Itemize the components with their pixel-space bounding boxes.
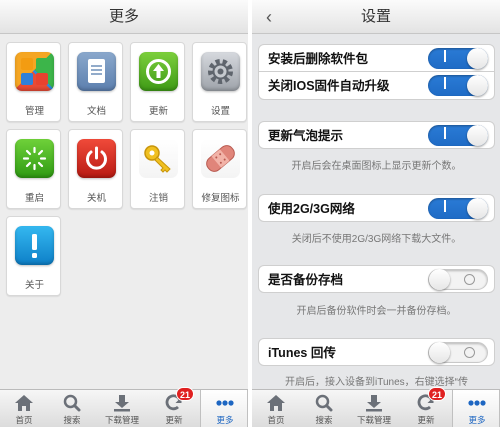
- tile-label: 设置: [210, 106, 230, 117]
- tile-label: 更新: [148, 106, 168, 117]
- more-navbar: 更多: [0, 0, 248, 34]
- update-badge-toggle[interactable]: [428, 125, 488, 146]
- setting-cellular: 使用2G/3G网络: [258, 194, 495, 222]
- tab-label: 更多: [216, 415, 234, 425]
- disable-ios-upgrade-toggle[interactable]: [428, 75, 488, 96]
- tile-label: 注销: [148, 193, 168, 204]
- update-arrow-icon: [139, 52, 178, 91]
- document-icon: [77, 52, 116, 91]
- tab-label: 更多: [468, 415, 486, 425]
- tile-shutdown[interactable]: 关机: [68, 129, 123, 209]
- tile-about[interactable]: 关于: [6, 216, 61, 296]
- tab-search[interactable]: 搜索: [48, 390, 96, 427]
- key-icon: [139, 139, 178, 178]
- tile-repair-icons[interactable]: 修复图标: [192, 129, 247, 209]
- gear-icon: [201, 52, 240, 91]
- download-icon: [366, 395, 382, 412]
- tab-label: 搜索: [63, 415, 81, 425]
- tile-label: 修复图标: [201, 193, 240, 204]
- tab-label: 更新: [165, 415, 183, 425]
- search-icon: [315, 394, 333, 412]
- windows-manage-icon: [15, 52, 54, 91]
- tab-downloads[interactable]: 下载管理: [98, 390, 146, 427]
- restart-icon: [15, 139, 54, 178]
- setting-delete-package: 安装后删除软件包: [258, 44, 495, 72]
- setting-label: 安装后删除软件包: [268, 52, 369, 66]
- tab-label: 搜索: [315, 415, 333, 425]
- bandage-icon: [201, 139, 240, 178]
- tile-settings[interactable]: 设置: [192, 42, 247, 122]
- setting-note: 关闭后不使用2G/3G网络下载大文件。: [291, 234, 462, 245]
- tile-label: 管理: [24, 106, 44, 117]
- setting-label: 关闭IOS固件自动升级: [268, 79, 390, 93]
- power-icon: [77, 139, 116, 178]
- setting-label: 是否备份存档: [268, 273, 344, 287]
- tab-bar: 首页 搜索 下载管理 21 更新 更多: [252, 387, 500, 427]
- setting-note: 开启后，接入设备到iTunes，右键选择“传: [285, 377, 468, 388]
- more-dots-icon: [216, 400, 234, 406]
- tile-label: 关机: [86, 193, 106, 204]
- download-icon: [114, 395, 130, 412]
- tab-more[interactable]: 更多: [200, 390, 248, 427]
- tile-update[interactable]: 更新: [130, 42, 185, 122]
- settings-navbar: ‹ 设置: [252, 0, 500, 34]
- setting-update-badge: 更新气泡提示: [258, 121, 495, 149]
- cellular-toggle[interactable]: [428, 198, 488, 219]
- tab-label: 下载管理: [104, 415, 139, 425]
- tile-docs[interactable]: 文档: [68, 42, 123, 122]
- tab-updates[interactable]: 21 更新: [150, 387, 198, 427]
- tab-label: 下载管理: [356, 415, 391, 425]
- tab-home[interactable]: 首页: [0, 390, 48, 427]
- tile-manage[interactable]: 管理: [6, 42, 61, 122]
- page-title: 更多: [108, 8, 139, 25]
- home-icon: [15, 395, 33, 411]
- setting-label: 更新气泡提示: [268, 129, 344, 143]
- tab-label: 首页: [267, 415, 285, 425]
- setting-label: iTunes 回传: [268, 346, 336, 360]
- update-count-badge: 21: [428, 387, 447, 401]
- delete-package-toggle[interactable]: [428, 48, 488, 69]
- backup-saves-toggle[interactable]: [428, 269, 488, 290]
- setting-backup-saves: 是否备份存档: [258, 265, 495, 293]
- setting-disable-ios-upgrade: 关闭IOS固件自动升级: [258, 72, 495, 100]
- home-icon: [267, 395, 285, 411]
- tile-logout[interactable]: 注销: [130, 129, 185, 209]
- tab-more[interactable]: 更多: [452, 390, 500, 427]
- tile-restart[interactable]: 重启: [6, 129, 61, 209]
- tab-bar: 首页 搜索 下载管理 21 更新 更多: [0, 387, 248, 427]
- setting-label: 使用2G/3G网络: [268, 202, 355, 216]
- tile-label: 关于: [24, 280, 44, 291]
- info-exclamation-icon: [15, 226, 54, 265]
- itunes-transfer-toggle[interactable]: [428, 342, 488, 363]
- setting-note: 开启后备份软件时会一并备份存档。: [296, 306, 457, 317]
- tab-label: 更新: [417, 415, 435, 425]
- back-button[interactable]: ‹: [266, 0, 272, 34]
- tab-updates[interactable]: 21 更新: [402, 387, 450, 427]
- page-title: 设置: [360, 8, 391, 25]
- more-panel: 更多 管理 文档 更新 设置 重启 关机 注销 修复图标 关于 首页 搜索 下载…: [0, 0, 248, 427]
- setting-itunes-transfer: iTunes 回传: [258, 338, 495, 366]
- more-dots-icon: [468, 400, 486, 406]
- tab-label: 首页: [15, 415, 33, 425]
- tile-label: 重启: [24, 193, 44, 204]
- tab-search[interactable]: 搜索: [300, 390, 348, 427]
- tab-downloads[interactable]: 下载管理: [350, 390, 398, 427]
- setting-note: 开启后会在桌面图标上显示更新个数。: [291, 161, 462, 172]
- tab-home[interactable]: 首页: [252, 390, 300, 427]
- update-count-badge: 21: [176, 387, 195, 401]
- search-icon: [63, 394, 81, 412]
- settings-panel: ‹ 设置 安装后删除软件包 关闭IOS固件自动升级 更新气泡提示 开启后会在桌面…: [252, 0, 500, 427]
- tile-label: 文档: [86, 106, 106, 117]
